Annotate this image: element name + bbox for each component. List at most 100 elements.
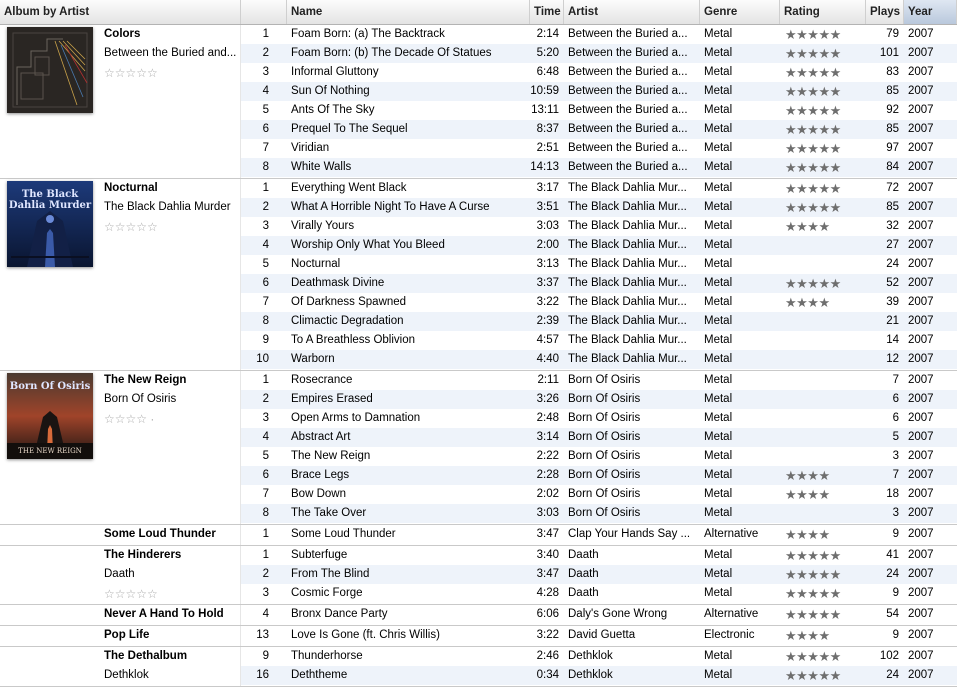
track-rating[interactable]: ★★★★ — [785, 466, 865, 485]
track-row[interactable]: 8 The Take Over 3:03 Born Of Osiris Metal 3 20… — [241, 504, 957, 523]
track-row[interactable]: 10 Warborn 4:40 The Black Dahlia Mur... Meta… — [241, 350, 957, 369]
column-header-album-by-artist[interactable]: Album by Artist — [0, 0, 241, 24]
track-row[interactable]: 1 Subterfuge 3:40 Daath Metal ★★★★★ 41 2007 — [241, 546, 957, 565]
track-row[interactable]: 4 Worship Only What You Bleed 2:00 The Blac… — [241, 236, 957, 255]
track-row[interactable]: 6 Prequel To The Sequel 8:37 Between the Bu… — [241, 120, 957, 139]
track-row[interactable]: 6 Brace Legs 2:28 Born Of Osiris Metal ★★★★ 7 2… — [241, 466, 957, 485]
album-artwork[interactable] — [7, 27, 93, 113]
track-row[interactable]: 8 White Walls 14:13 Between the Buried a...… — [241, 158, 957, 177]
track-rating[interactable]: ★★★★★ — [785, 546, 865, 565]
track-row[interactable]: 1 Everything Went Black 3:17 The Black Dahl… — [241, 179, 957, 198]
track-row[interactable]: 6 Deathmask Divine 3:37 The Black Dahlia Mu… — [241, 274, 957, 293]
album-artwork[interactable]: Born Of Osiris THE NEW REIGN — [7, 373, 93, 459]
track-rating[interactable]: ★★★★★ — [785, 158, 865, 177]
track-rating[interactable]: ★★★★★ — [785, 647, 865, 666]
track-number: 8 — [262, 507, 269, 519]
track-rating[interactable] — [785, 350, 865, 369]
column-header-year[interactable]: Year — [904, 0, 957, 24]
track-rating[interactable]: ★★★★★ — [785, 198, 865, 217]
album-info: The Dethalbum Dethklok — [0, 647, 241, 686]
album-artist: Born Of Osiris — [104, 393, 177, 405]
track-row[interactable]: 5 Ants Of The Sky 13:11 Between the Buried … — [241, 101, 957, 120]
track-row[interactable]: 2 Empires Erased 3:26 Born Of Osiris Metal 6 2… — [241, 390, 957, 409]
album-rating[interactable]: ☆☆☆☆ · — [104, 412, 154, 426]
track-rating[interactable] — [785, 504, 865, 523]
track-row[interactable]: 3 Cosmic Forge 4:28 Daath Metal ★★★★★ 9 2007 — [241, 584, 957, 603]
track-rating[interactable] — [785, 428, 865, 447]
track-row[interactable]: 1 Rosecrance 2:11 Born Of Osiris Metal 7 2007 — [241, 371, 957, 390]
column-header-plays[interactable]: Plays — [866, 0, 904, 24]
track-name: Open Arms to Damnation — [291, 412, 421, 424]
track-row[interactable]: 8 Climactic Degradation 2:39 The Black Dahl… — [241, 312, 957, 331]
album-artwork-title: Born Of Osiris — [9, 381, 91, 392]
track-row[interactable]: 1 Foam Born: (a) The Backtrack 2:14 Between… — [241, 25, 957, 44]
track-rating[interactable] — [785, 447, 865, 466]
track-rating[interactable] — [785, 409, 865, 428]
track-year: 2007 — [908, 315, 934, 327]
track-number: 16 — [256, 669, 269, 681]
column-header-rating[interactable]: Rating — [780, 0, 866, 24]
track-rating[interactable]: ★★★★ — [785, 626, 865, 645]
track-rating[interactable]: ★★★★★ — [785, 44, 865, 63]
track-rating[interactable]: ★★★★★ — [785, 584, 865, 603]
album-artwork[interactable]: The Black Dahlia Murder — [7, 181, 93, 267]
track-rating[interactable]: ★★★★★ — [785, 120, 865, 139]
track-row[interactable]: 9 Thunderhorse 2:46 Dethklok Metal ★★★★★ 102 20… — [241, 647, 957, 666]
track-row[interactable]: 2 Foam Born: (b) The Decade Of Statues 5:2… — [241, 44, 957, 63]
track-rating[interactable]: ★★★★ — [785, 217, 865, 236]
track-rating[interactable] — [785, 255, 865, 274]
track-name: Everything Went Black — [291, 182, 407, 194]
track-rating[interactable]: ★★★★ — [785, 485, 865, 504]
track-rating[interactable]: ★★★★★ — [785, 82, 865, 101]
track-row[interactable]: 7 Bow Down 2:02 Born Of Osiris Metal ★★★★ 18 20… — [241, 485, 957, 504]
track-genre: Metal — [704, 258, 733, 270]
track-rating[interactable]: ★★★★★ — [785, 139, 865, 158]
track-rating[interactable]: ★★★★★ — [785, 63, 865, 82]
album-rating[interactable]: ☆☆☆☆☆ — [104, 66, 158, 80]
album-group: Colors Between the Buried and... ☆☆☆☆☆ 1 Foa… — [0, 25, 957, 179]
track-rating[interactable]: ★★★★★ — [785, 565, 865, 584]
track-rating[interactable]: ★★★★★ — [785, 101, 865, 120]
track-row[interactable]: 2 From The Blind 3:47 Daath Metal ★★★★★ 24 2007 — [241, 565, 957, 584]
track-row[interactable]: 2 What A Horrible Night To Have A Curse 3:… — [241, 198, 957, 217]
column-header-name[interactable]: Name — [287, 0, 530, 24]
track-rating[interactable] — [785, 331, 865, 350]
track-row[interactable]: 5 The New Reign 2:22 Born Of Osiris Metal 3 20… — [241, 447, 957, 466]
track-year: 2007 — [908, 142, 934, 154]
track-rating[interactable]: ★★★★★ — [785, 666, 865, 685]
track-plays: 102 — [879, 650, 899, 662]
track-row[interactable]: 3 Open Arms to Damnation 2:48 Born Of Osiri… — [241, 409, 957, 428]
track-rating[interactable] — [785, 390, 865, 409]
track-row[interactable]: 5 Nocturnal 3:13 The Black Dahlia Mur... Met… — [241, 255, 957, 274]
track-row[interactable]: 7 Viridian 2:51 Between the Buried a... Meta… — [241, 139, 957, 158]
track-row[interactable]: 1 Some Loud Thunder 3:47 Clap Your Hands Sa… — [241, 525, 957, 544]
track-rating[interactable] — [785, 371, 865, 390]
album-rating[interactable]: ☆☆☆☆☆ — [104, 220, 158, 234]
track-rating[interactable]: ★★★★★ — [785, 274, 865, 293]
track-name: Subterfuge — [291, 549, 348, 561]
track-year: 2007 — [908, 104, 934, 116]
track-rating[interactable]: ★★★★ — [785, 525, 865, 544]
track-row[interactable]: 3 Virally Yours 3:03 The Black Dahlia Mur..… — [241, 217, 957, 236]
track-row[interactable]: 3 Informal Gluttony 6:48 Between the Buried… — [241, 63, 957, 82]
column-header-track-number[interactable] — [241, 0, 287, 24]
track-rating[interactable] — [785, 312, 865, 331]
track-rating[interactable]: ★★★★★ — [785, 179, 865, 198]
column-header-genre[interactable]: Genre — [700, 0, 780, 24]
column-header-time[interactable]: Time — [530, 0, 564, 24]
track-row[interactable]: 4 Bronx Dance Party 6:06 Daly's Gone Wrong A… — [241, 605, 957, 624]
track-row[interactable]: 13 Love Is Gone (ft. Chris Willis) 3:22 Dav… — [241, 626, 957, 645]
track-rating[interactable]: ★★★★★ — [785, 605, 865, 624]
track-row[interactable]: 4 Abstract Art 3:14 Born Of Osiris Metal 5 200… — [241, 428, 957, 447]
track-rating[interactable] — [785, 236, 865, 255]
track-row[interactable]: 4 Sun Of Nothing 10:59 Between the Buried a… — [241, 82, 957, 101]
track-row[interactable]: 7 Of Darkness Spawned 3:22 The Black Dahlia… — [241, 293, 957, 312]
track-row[interactable]: 9 To A Breathless Oblivion 4:57 The Black D… — [241, 331, 957, 350]
track-rating[interactable]: ★★★★★ — [785, 25, 865, 44]
album-rating[interactable]: ☆☆☆☆☆ — [104, 587, 158, 601]
track-time: 3:47 — [536, 528, 559, 540]
column-header-artist[interactable]: Artist — [564, 0, 700, 24]
track-rating[interactable]: ★★★★ — [785, 293, 865, 312]
album-info: Pop Life — [0, 626, 241, 646]
track-row[interactable]: 16 Deththeme 0:34 Dethklok Metal ★★★★★ 24 2007 — [241, 666, 957, 685]
